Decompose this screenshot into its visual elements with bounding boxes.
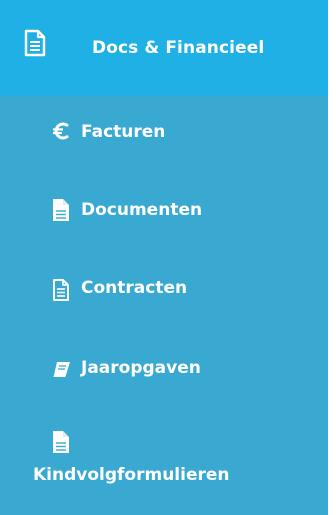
menu-item-contracten[interactable]: Contracten xyxy=(0,248,328,328)
menu-item-facturen[interactable]: Facturen xyxy=(0,90,328,170)
euro-icon xyxy=(52,121,70,141)
menu-section-label: Docs & Financieel xyxy=(92,38,265,58)
menu-item-documenten[interactable]: Documenten xyxy=(0,168,328,248)
contract-icon xyxy=(52,278,70,302)
menu-item-label: Jaaropgaven xyxy=(81,358,201,378)
menu-item-label: Kindvolgformulieren xyxy=(33,465,230,485)
menu-item-label: Facturen xyxy=(81,122,166,142)
menu-section-docs-financieel[interactable]: Docs & Financieel xyxy=(0,0,328,96)
menu-item-label: Documenten xyxy=(81,200,203,220)
menu-item-jaaropgaven[interactable]: Jaaropgaven xyxy=(0,326,328,406)
file-icon xyxy=(52,430,70,454)
file-icon xyxy=(52,198,70,222)
menu-item-label: Contracten xyxy=(81,278,188,298)
menu-item-kindvolgformulieren[interactable]: Kindvolgformulieren xyxy=(0,406,328,498)
document-icon xyxy=(24,29,46,57)
sidebar-menu: Docs & Financieel Facturen Documenten Co… xyxy=(0,0,328,515)
book-icon xyxy=(52,361,71,378)
